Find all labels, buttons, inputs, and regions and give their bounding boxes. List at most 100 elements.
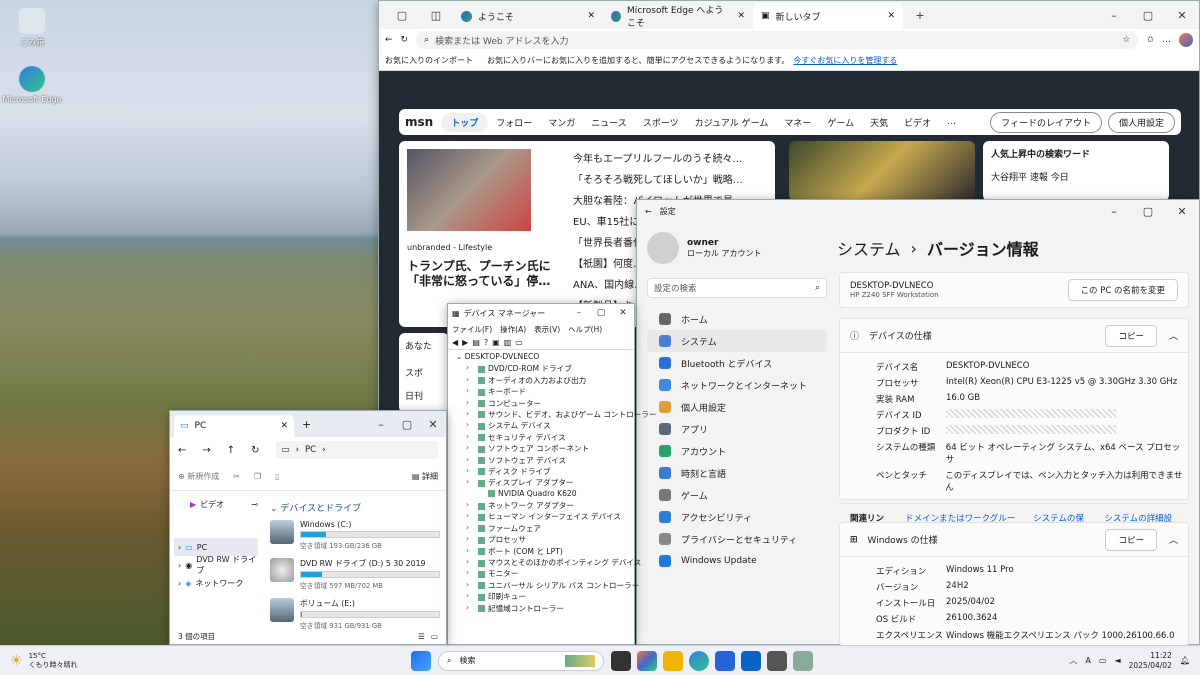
close-window-icon[interactable]: ✕ (1165, 205, 1199, 218)
network-icon[interactable]: ▭ (1099, 656, 1107, 665)
device-node[interactable]: 記憶域コントローラー (448, 603, 634, 614)
device-node[interactable]: ディスク ドライブ (448, 466, 634, 477)
address-bar[interactable]: ⌕ 検索または Web アドレスを入力 ☆ (416, 31, 1139, 49)
tree-root[interactable]: ⌄ DESKTOP-DVLNECO (448, 352, 634, 363)
monitor-icon[interactable]: ▭ (515, 338, 523, 347)
drive-item[interactable]: DVD RW ドライブ (D:) 5 30 2019 空き領域 597 MB/70… (270, 558, 440, 590)
nav-news[interactable]: ニュース (583, 116, 635, 129)
device-node[interactable]: キーボード (448, 386, 634, 397)
nav-weather[interactable]: 天気 (862, 116, 896, 129)
nav-time-language[interactable]: 時刻と言語 (647, 462, 827, 484)
tab-new[interactable]: ▣ 新しいタブ ✕ (753, 3, 903, 29)
nav-casual-games[interactable]: カジュアル ゲーム (687, 116, 777, 129)
nav-windows-update[interactable]: Windows Update (647, 550, 827, 572)
up-icon[interactable]: ↑ (227, 445, 235, 456)
nav-network[interactable]: ネットワークとインターネット (647, 374, 827, 396)
back-icon[interactable]: ← (178, 445, 186, 456)
manage-favorites-link[interactable]: 今すぐお気に入りを管理する (793, 55, 897, 66)
copilot-icon[interactable] (637, 650, 657, 671)
favorite-star-icon[interactable]: ☆ (1122, 35, 1130, 45)
properties-icon[interactable]: ▤ (472, 338, 480, 347)
device-node[interactable]: ファームウェア (448, 523, 634, 534)
details-view-icon[interactable]: ☰ (418, 632, 425, 641)
device-node[interactable]: システム デバイス (448, 420, 634, 431)
menu-action[interactable]: 操作(A) (500, 324, 526, 335)
rename-pc-button[interactable]: この PC の名前を変更 (1067, 279, 1178, 301)
nav-video[interactable]: ビデオ (896, 116, 939, 129)
breadcrumb-parent[interactable]: システム (837, 236, 901, 260)
cut-icon[interactable]: ✂ (233, 472, 240, 481)
drive-item[interactable]: Windows (C:) 空き領域 193 GB/236 GB (270, 520, 440, 550)
device-node[interactable]: ヒューマン インターフェイス デバイス (448, 511, 634, 522)
nav-home[interactable]: ホーム (647, 308, 827, 330)
maximize-icon[interactable]: ▢ (1131, 205, 1165, 218)
back-icon[interactable]: ← (385, 35, 393, 45)
refresh-icon[interactable]: ↻ (251, 445, 259, 456)
maximize-icon[interactable]: ▢ (1131, 9, 1165, 22)
menu-file[interactable]: ファイル(F) (452, 324, 492, 335)
maximize-icon[interactable]: ▢ (590, 308, 612, 318)
chevron-up-icon[interactable]: ︿ (1169, 533, 1178, 546)
task-view-icon[interactable] (611, 650, 631, 671)
headline-item[interactable]: 「そろそろ戦死してほしいか」戦略… (573, 168, 763, 189)
paste-icon[interactable]: ▯ (275, 472, 279, 481)
close-icon[interactable]: ✕ (887, 11, 895, 21)
forward-icon[interactable]: ▶ (462, 338, 468, 347)
nav-money[interactable]: マネー (776, 116, 819, 129)
close-window-icon[interactable]: ✕ (1165, 9, 1199, 22)
trending-item[interactable]: 大谷翔平 速報 今日 (991, 170, 1161, 183)
nav-system[interactable]: システム (647, 330, 827, 352)
new-button[interactable]: ⊕ 新規作成 (178, 471, 219, 482)
device-node[interactable]: セキュリティ デバイス (448, 432, 634, 443)
user-profile[interactable]: owner ローカル アカウント (647, 232, 827, 264)
update-driver-icon[interactable]: ▣ (492, 338, 500, 347)
news-headline[interactable]: トランプ氏、プーチン氏に「非常に怒っている」停… (407, 259, 567, 289)
sidebar-item-network[interactable]: › ◈ ネットワーク (174, 574, 258, 592)
settings-search[interactable]: 設定の検索 ⌕ (647, 278, 827, 298)
nav-personalization[interactable]: 個人用設定 (647, 396, 827, 418)
headline-item[interactable]: 今年もエープリルフールのうそ続々… (573, 147, 763, 168)
back-icon[interactable]: ← (645, 207, 652, 216)
device-node[interactable]: 印刷キュー (448, 591, 634, 602)
taskbar-search[interactable]: ⌕ 検索 (438, 650, 604, 671)
nav-bluetooth[interactable]: Bluetooth とデバイス (647, 352, 827, 374)
menu-help[interactable]: ヘルプ(H) (568, 324, 602, 335)
device-node[interactable]: ポート (COM と LPT) (448, 546, 634, 557)
search-input[interactable]: 設定の検索 (654, 282, 697, 294)
device-node[interactable]: ユニバーサル シリアル バス コントローラー (448, 580, 639, 591)
device-node[interactable]: ソフトウェア デバイス (448, 455, 634, 466)
device-node[interactable]: オーディオの入力および出力 (448, 375, 634, 386)
store-icon[interactable] (715, 650, 735, 671)
nav-accessibility[interactable]: アクセシビリティ (647, 506, 827, 528)
settings-icon[interactable] (767, 650, 787, 671)
feed-layout-button[interactable]: フィードのレイアウト (990, 111, 1102, 133)
copy-icon[interactable]: ❐ (254, 472, 261, 481)
details-button[interactable]: ▤ 詳細 (412, 471, 438, 482)
weather-widget[interactable]: ☀ 15°C くもり時々晴れ (0, 652, 200, 670)
copilot-icon[interactable] (1179, 33, 1193, 47)
nav-accounts[interactable]: アカウント (647, 440, 827, 462)
device-manager-icon[interactable] (793, 650, 813, 671)
device-node[interactable]: プロセッサ (448, 534, 634, 545)
more-nav-button[interactable]: … (939, 117, 964, 127)
device-node[interactable]: コンピューター (448, 398, 634, 409)
drive-item[interactable]: ボリューム (E:) 空き領域 931 GB/931 GB (270, 598, 440, 630)
device-node[interactable]: NVIDIA Quadro K620 (448, 489, 634, 500)
chevron-up-icon[interactable]: ︿ (1069, 655, 1077, 666)
close-icon[interactable]: ✕ (737, 11, 745, 21)
tab-welcome[interactable]: ようこそ ✕ (453, 3, 603, 29)
device-node[interactable]: マウスとそのほかのポインティング デバイス (448, 557, 641, 568)
copy-button[interactable]: コピー (1105, 324, 1157, 347)
minimize-icon[interactable]: – (1097, 205, 1131, 218)
quick-access-item[interactable]: ▶ ビデオ ⊸ (174, 499, 258, 510)
import-favorites-link[interactable]: お気に入りのインポート (385, 55, 473, 66)
device-node[interactable]: ネットワーク アダプター (448, 500, 634, 511)
edge-icon[interactable] (689, 650, 709, 671)
notification-icon[interactable]: 🔔︎ (1180, 656, 1190, 665)
workspaces-icon[interactable]: ▢ (385, 9, 419, 22)
device-spec-header[interactable]: ⓘ デバイスの仕様 コピー ︿ (840, 319, 1188, 353)
menu-view[interactable]: 表示(V) (534, 324, 560, 335)
close-window-icon[interactable]: ✕ (420, 418, 446, 431)
copy-button[interactable]: コピー (1105, 528, 1157, 551)
back-icon[interactable]: ◀ (452, 338, 458, 347)
